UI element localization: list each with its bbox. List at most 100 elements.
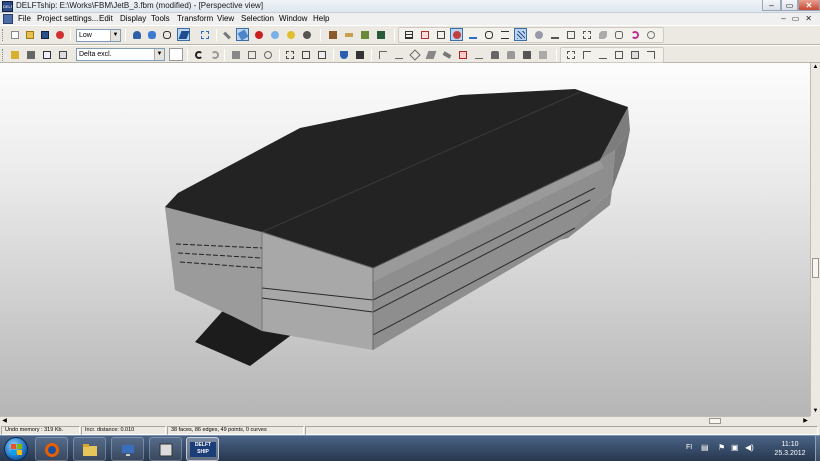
vertical-scrollbar[interactable]: ▲ ▼ <box>810 63 820 416</box>
menu-selection[interactable]: Selection <box>241 14 274 24</box>
ruler-icon[interactable] <box>342 28 355 41</box>
hull-blue-icon[interactable] <box>145 28 158 41</box>
curvature-plot-icon[interactable] <box>628 28 641 41</box>
brush-icon[interactable] <box>326 28 339 41</box>
monitor-icon[interactable]: ▣ <box>731 443 739 452</box>
menu-view[interactable]: View <box>217 14 234 24</box>
lock-all-icon[interactable] <box>520 48 533 61</box>
backgound-icon[interactable] <box>612 28 625 41</box>
flip-normal-icon[interactable] <box>472 48 485 61</box>
menu-tools[interactable]: Tools <box>151 14 170 24</box>
flag-icon[interactable]: ⚑ <box>718 443 725 452</box>
markers-icon[interactable] <box>564 28 577 41</box>
shield-blue-icon[interactable] <box>337 48 350 61</box>
red-hull-icon[interactable] <box>252 28 265 41</box>
precision-select[interactable]: Low ▼ <box>76 29 121 42</box>
zoom-window-icon[interactable] <box>315 48 328 61</box>
stop-icon[interactable] <box>53 28 66 41</box>
volume-icon[interactable]: ◀) <box>745 443 754 452</box>
taskbar-explorer[interactable] <box>73 437 106 461</box>
chevron-down-icon[interactable]: ▼ <box>110 30 120 41</box>
save-icon[interactable] <box>38 28 51 41</box>
flowlines-icon[interactable] <box>548 28 561 41</box>
unlock-icon[interactable] <box>504 48 517 61</box>
hull-tool-icon[interactable] <box>300 28 313 41</box>
hull-model[interactable] <box>0 63 810 416</box>
undo-icon[interactable] <box>192 48 205 61</box>
face-new-icon[interactable] <box>456 48 469 61</box>
vertical-scroll-thumb[interactable] <box>812 258 819 278</box>
layer-icon[interactable] <box>8 48 21 61</box>
yellow-hull-icon[interactable] <box>284 28 297 41</box>
menu-project-settings[interactable]: Project settings... <box>37 14 98 24</box>
minimize-button[interactable]: – <box>762 0 781 11</box>
hydrostatics-icon[interactable] <box>532 28 545 41</box>
show-desktop-button[interactable] <box>815 436 820 461</box>
taskbar-firefox[interactable] <box>35 437 68 461</box>
scroll-down-icon[interactable]: ▼ <box>811 407 820 416</box>
move-arrows-icon[interactable] <box>198 28 211 41</box>
clipboard-icon[interactable] <box>229 48 242 61</box>
clock[interactable]: 11:10 25.3.2012 <box>766 440 814 458</box>
hull-wire-icon[interactable] <box>160 28 173 41</box>
hull-shaded-icon[interactable] <box>177 28 190 41</box>
grid-fine-icon[interactable] <box>434 28 447 41</box>
surface-select-icon[interactable] <box>236 28 249 41</box>
document-icon[interactable] <box>3 14 13 24</box>
keyboard-icon[interactable]: ▤ <box>701 443 709 452</box>
toolbar-grip[interactable] <box>2 49 5 61</box>
deselect-icon[interactable] <box>580 48 593 61</box>
menu-file[interactable]: File <box>18 14 31 24</box>
open-folder-icon[interactable] <box>23 28 36 41</box>
grid-icon[interactable] <box>402 28 415 41</box>
horizontal-scroll-thumb[interactable] <box>709 418 721 424</box>
properties-icon[interactable] <box>40 48 53 61</box>
select-curves-icon[interactable] <box>644 48 657 61</box>
layer-color-swatch[interactable] <box>169 48 183 61</box>
taskbar-network[interactable] <box>111 437 144 461</box>
redo-icon[interactable] <box>208 48 221 61</box>
stack-icon[interactable] <box>358 28 371 41</box>
scroll-right-icon[interactable]: ▶ <box>801 417 810 425</box>
perspective-viewport[interactable] <box>0 63 810 416</box>
stations-icon[interactable] <box>482 28 495 41</box>
language-indicator[interactable]: FI <box>686 444 692 451</box>
interior-edges-icon[interactable] <box>596 28 609 41</box>
curvature-icon[interactable] <box>450 28 463 41</box>
buttocks-icon[interactable] <box>498 28 511 41</box>
close-button[interactable]: ✕ <box>798 0 820 11</box>
select-edges-icon[interactable] <box>596 48 609 61</box>
scroll-left-icon[interactable]: ◀ <box>0 417 9 425</box>
chevron-down-icon[interactable]: ▼ <box>154 49 164 60</box>
insert-point-icon[interactable] <box>376 48 389 61</box>
table-red-icon[interactable] <box>418 28 431 41</box>
menu-window[interactable]: Window <box>279 14 307 24</box>
split-edge-icon[interactable] <box>392 48 405 61</box>
control-net-icon[interactable] <box>580 28 593 41</box>
connect-icon[interactable] <box>408 48 421 61</box>
select-points-icon[interactable] <box>612 48 625 61</box>
taskbar-app[interactable] <box>149 437 182 461</box>
start-button[interactable] <box>4 437 28 461</box>
maximize-button[interactable]: ▭ <box>781 0 798 11</box>
print-icon[interactable] <box>374 28 387 41</box>
shade-hull-icon[interactable] <box>130 28 143 41</box>
horizontal-scrollbar[interactable]: ◀ ▶ <box>0 416 810 425</box>
menu-edit[interactable]: Edit <box>99 14 113 24</box>
toolbar-grip[interactable] <box>2 29 5 41</box>
taskbar-delftship[interactable]: DELFT SHIP <box>186 437 219 461</box>
new-file-icon[interactable] <box>8 28 21 41</box>
pencil-icon[interactable] <box>220 28 233 41</box>
waterline-icon[interactable] <box>466 28 479 41</box>
normals-icon[interactable] <box>644 28 657 41</box>
layer-list-icon[interactable] <box>56 48 69 61</box>
delete-icon[interactable] <box>245 48 258 61</box>
active-layer-select[interactable]: Delta excl. ▼ <box>76 48 165 61</box>
scroll-up-icon[interactable]: ▲ <box>811 63 820 72</box>
unlock-all-icon[interactable] <box>536 48 549 61</box>
extrude-icon[interactable] <box>424 48 437 61</box>
light-hull-icon[interactable] <box>268 28 281 41</box>
cube-icon[interactable] <box>353 48 366 61</box>
select-all-icon[interactable] <box>564 48 577 61</box>
menu-transform[interactable]: Transform <box>177 14 213 24</box>
